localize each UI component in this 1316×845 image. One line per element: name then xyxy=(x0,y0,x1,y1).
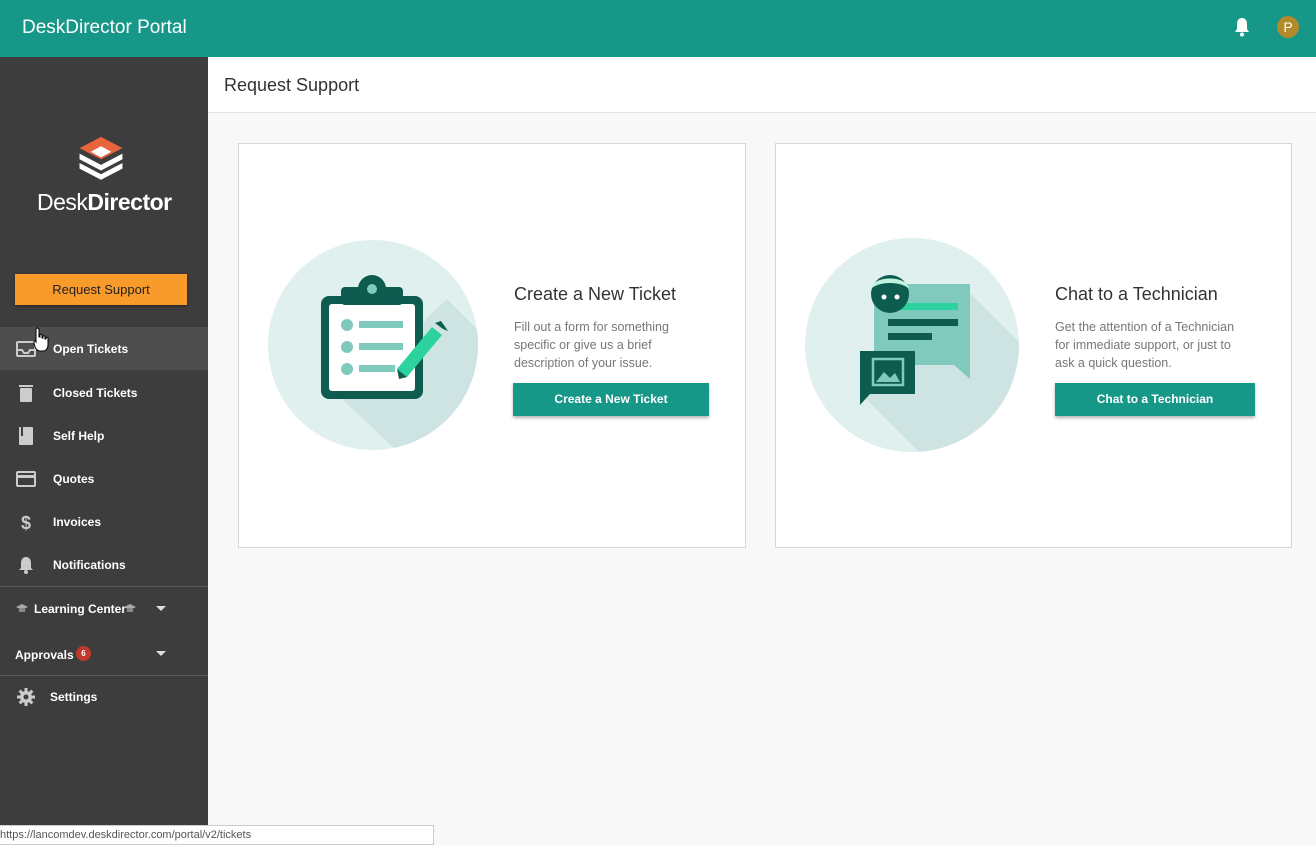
card-icon xyxy=(16,471,36,487)
sidebar-item-self-help[interactable]: Self Help xyxy=(0,414,208,457)
sidebar-item-closed-tickets[interactable]: Closed Tickets xyxy=(0,371,208,414)
sidebar-item-invoices[interactable]: $ Invoices xyxy=(0,500,208,543)
svg-text:$: $ xyxy=(21,513,31,532)
trash-icon xyxy=(19,385,33,402)
gear-icon xyxy=(17,688,35,706)
graduation-cap-icon xyxy=(16,604,28,612)
sidebar-item-learning-center[interactable]: Learning Center xyxy=(0,587,208,630)
sidebar-item-quotes[interactable]: Quotes xyxy=(0,457,208,500)
hand-cursor-icon xyxy=(33,327,49,352)
notification-bell-icon[interactable] xyxy=(1233,17,1251,37)
card-description: Fill out a form for something specific o… xyxy=(514,320,669,370)
chat-icon xyxy=(805,238,1019,452)
bell-icon xyxy=(19,557,33,574)
sidebar-item-notifications[interactable]: Notifications xyxy=(0,543,208,586)
chevron-down-icon[interactable] xyxy=(156,606,166,611)
chat-technician-button[interactable]: Chat to a Technician xyxy=(1055,383,1255,416)
create-ticket-button[interactable]: Create a New Ticket xyxy=(513,383,709,416)
sidebar-item-settings[interactable]: Settings xyxy=(0,675,208,718)
sidebar-item-approvals[interactable]: Approvals 6 xyxy=(0,633,208,676)
card-description: Get the attention of a Technician for im… xyxy=(1055,320,1235,370)
approvals-count-badge: 6 xyxy=(76,646,91,661)
sidebar-item-open-tickets[interactable]: Open Tickets xyxy=(0,327,208,370)
dollar-icon: $ xyxy=(21,513,31,532)
sidebar: DeskDirector Request Support Open Ticket… xyxy=(0,57,208,845)
card-title: Create a New Ticket xyxy=(514,284,677,304)
chevron-down-icon[interactable] xyxy=(156,651,166,656)
chat-technician-card[interactable]: Chat to a Technician Get the attention o… xyxy=(775,143,1292,548)
graduation-cap-icon xyxy=(124,604,136,612)
page-title: Request Support xyxy=(224,75,360,95)
user-avatar[interactable]: P xyxy=(1277,16,1299,38)
request-support-button[interactable]: Request Support xyxy=(15,274,187,305)
top-bar: DeskDirector Portal P xyxy=(0,0,1316,57)
app-title: DeskDirector Portal xyxy=(22,17,187,38)
clipboard-icon xyxy=(268,240,478,450)
card-title: Chat to a Technician xyxy=(1055,284,1218,304)
create-ticket-card[interactable]: Create a New Ticket Fill out a form for … xyxy=(238,143,746,548)
book-icon xyxy=(19,427,33,445)
page-header: Request Support xyxy=(208,57,1316,113)
browser-status-url: https://lancomdev.deskdirector.com/porta… xyxy=(0,825,434,845)
logo-wordmark: DeskDirector xyxy=(37,189,172,215)
deskdirector-logo-icon xyxy=(79,136,123,180)
